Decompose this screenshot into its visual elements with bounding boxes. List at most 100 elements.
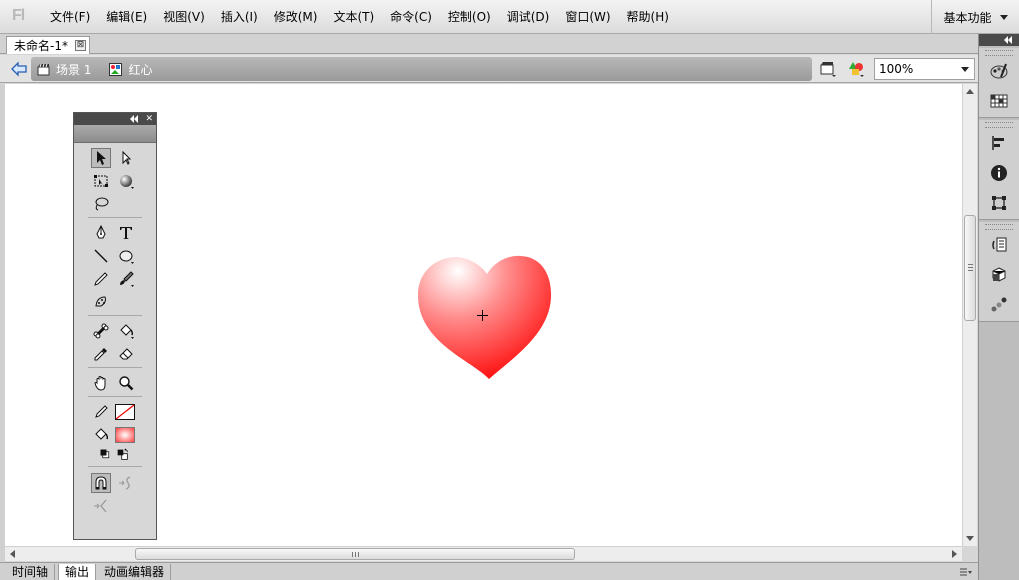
- tools-separator: [88, 217, 142, 218]
- text-tool-icon[interactable]: [116, 223, 136, 243]
- components-icon[interactable]: [979, 260, 1019, 290]
- close-icon[interactable]: ⊠: [74, 40, 86, 51]
- menu-control[interactable]: 控制(O): [440, 0, 499, 34]
- expand-panels-icon[interactable]: [1003, 36, 1013, 44]
- tools-separator: [88, 315, 142, 316]
- right-panel-dock: [978, 34, 1019, 580]
- panel-menu-icon[interactable]: [960, 568, 972, 576]
- horizontal-scroll-thumb[interactable]: [135, 548, 575, 560]
- subselection-tool-icon[interactable]: [116, 148, 136, 168]
- bottom-panel-tabs: 时间轴 输出 动画编辑器: [0, 562, 978, 580]
- fill-color-icon[interactable]: [114, 425, 136, 445]
- brush-tool-icon[interactable]: [116, 269, 136, 289]
- snap-to-objects-icon[interactable]: [91, 473, 111, 493]
- oval-tool-icon[interactable]: [116, 246, 136, 266]
- pen-tool-icon[interactable]: [91, 223, 111, 243]
- breadcrumb: 场景 1 红心: [31, 57, 812, 81]
- dock-group-actions: [979, 222, 1019, 322]
- tools-separator: [88, 367, 142, 368]
- vertical-scrollbar[interactable]: [962, 84, 977, 546]
- scene-clapper-icon: [37, 63, 50, 75]
- fill-color-bucket-icon[interactable]: [91, 425, 111, 445]
- dock-titlebar[interactable]: [979, 34, 1019, 46]
- document-tab-label: 未命名-1*: [14, 39, 68, 53]
- dock-group-align: [979, 120, 1019, 220]
- menu-modify[interactable]: 修改(M): [266, 0, 326, 34]
- dock-group-color: [979, 48, 1019, 118]
- tools-panel: ✕: [73, 112, 157, 540]
- zoom-value: 100%: [879, 62, 914, 76]
- tools-panel-titlebar[interactable]: ✕: [74, 113, 156, 125]
- zoom-tool-icon[interactable]: [116, 373, 136, 393]
- breadcrumb-symbol[interactable]: 红心: [128, 61, 152, 78]
- bone-tool-icon[interactable]: [91, 321, 111, 341]
- menu-view[interactable]: 视图(V): [155, 0, 213, 34]
- grip-icon: [968, 264, 973, 271]
- tools-panel-header: [74, 125, 156, 143]
- scroll-down-icon[interactable]: [966, 536, 974, 541]
- eraser-tool-icon[interactable]: [116, 344, 136, 364]
- stroke-color-icon[interactable]: [114, 402, 136, 422]
- stroke-color-pencil-icon[interactable]: [91, 402, 111, 422]
- line-tool-icon[interactable]: [91, 246, 111, 266]
- swatches-icon[interactable]: [979, 86, 1019, 116]
- registration-point-icon: [477, 310, 488, 321]
- tab-motion-editor[interactable]: 动画编辑器: [98, 564, 172, 580]
- menu-debug[interactable]: 调试(D): [499, 0, 558, 34]
- vertical-scroll-thumb[interactable]: [964, 215, 976, 321]
- tools-separator: [88, 396, 142, 397]
- grip-icon: [352, 552, 359, 557]
- tab-output[interactable]: 输出: [58, 564, 97, 580]
- 3d-rotation-tool-icon[interactable]: [116, 171, 136, 191]
- graphic-symbol-icon: [109, 62, 123, 76]
- transform-icon[interactable]: [979, 188, 1019, 218]
- free-transform-tool-icon[interactable]: [91, 171, 111, 191]
- back-arrow-icon[interactable]: [10, 61, 28, 77]
- pencil-tool-icon[interactable]: [91, 269, 111, 289]
- swap-colors-icon[interactable]: [114, 446, 130, 462]
- menu-commands[interactable]: 命令(C): [382, 0, 440, 34]
- menu-window[interactable]: 窗口(W): [557, 0, 618, 34]
- zoom-select[interactable]: 100%: [874, 58, 975, 80]
- menu-help[interactable]: 帮助(H): [619, 0, 677, 34]
- scroll-left-icon[interactable]: [10, 550, 15, 558]
- deco-tool-icon[interactable]: [91, 292, 111, 312]
- motion-presets-icon[interactable]: [979, 290, 1019, 320]
- chevron-down-icon[interactable]: [961, 67, 969, 72]
- smooth-icon[interactable]: [116, 473, 136, 493]
- eyedropper-tool-icon[interactable]: [91, 344, 111, 364]
- collapse-icon[interactable]: [129, 115, 139, 123]
- hand-tool-icon[interactable]: [91, 373, 111, 393]
- paint-bucket-tool-icon[interactable]: [116, 321, 136, 341]
- app-logo: Fl: [12, 7, 25, 24]
- align-icon[interactable]: [979, 128, 1019, 158]
- lasso-tool-icon[interactable]: [91, 194, 111, 214]
- menu-text[interactable]: 文本(T): [325, 0, 382, 34]
- horizontal-scrollbar[interactable]: [5, 546, 962, 561]
- selection-tool-icon[interactable]: [91, 148, 111, 168]
- menu-items: 文件(F) 编辑(E) 视图(V) 插入(I) 修改(M) 文本(T) 命令(C…: [42, 0, 677, 34]
- menu-bar: Fl 文件(F) 编辑(E) 视图(V) 插入(I) 修改(M) 文本(T) 命…: [0, 0, 1019, 34]
- breadcrumb-scene[interactable]: 场景 1: [56, 61, 91, 78]
- document-tab[interactable]: 未命名-1* ⊠: [6, 36, 90, 54]
- close-icon[interactable]: ✕: [145, 114, 153, 124]
- menu-edit[interactable]: 编辑(E): [98, 0, 155, 34]
- info-icon[interactable]: [979, 158, 1019, 188]
- straighten-icon[interactable]: [91, 496, 111, 516]
- edit-bar: 场景 1 红心 100%: [0, 55, 978, 83]
- edit-symbols-icon[interactable]: [820, 60, 838, 78]
- workspace-switcher[interactable]: 基本功能: [931, 0, 1019, 34]
- actions-icon[interactable]: [979, 230, 1019, 260]
- workspace-label: 基本功能: [943, 10, 992, 25]
- black-white-icon[interactable]: [97, 446, 113, 462]
- tab-timeline[interactable]: 时间轴: [6, 564, 56, 580]
- edit-scene-icon[interactable]: [848, 60, 866, 78]
- menu-insert[interactable]: 插入(I): [213, 0, 266, 34]
- tools-separator: [88, 466, 142, 467]
- scroll-right-icon[interactable]: [952, 550, 957, 558]
- menu-file[interactable]: 文件(F): [42, 0, 98, 34]
- document-tab-bar: 未命名-1* ⊠: [0, 34, 978, 54]
- chevron-down-icon: [999, 14, 1008, 20]
- scroll-up-icon[interactable]: [966, 89, 974, 94]
- color-palette-icon[interactable]: [979, 56, 1019, 86]
